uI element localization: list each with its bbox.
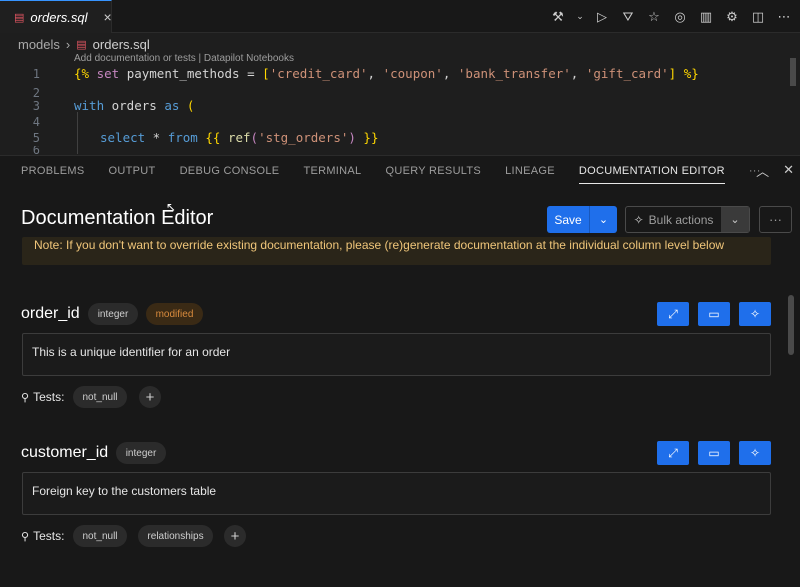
chevron-down-icon[interactable]: ⌄ [721,207,749,232]
tab-terminal[interactable]: TERMINAL [303,156,361,186]
expand-icon: ⤢ [668,306,678,321]
database-icon: ▤ [76,38,87,51]
code-line: 6 [0,146,800,154]
expand-button[interactable]: ⤢ [657,302,689,326]
check-circle-icon[interactable]: ◎ [672,9,688,25]
test-chip[interactable]: not_null [73,525,127,547]
code-line: 1 {% set payment_methods = ['credit_card… [0,64,800,83]
generate-button[interactable]: ✧ [739,441,771,465]
status-badge: modified [146,303,203,325]
tab-title: orders.sql [30,9,88,25]
hammer-icon[interactable]: ⚒ [550,9,566,25]
close-icon[interactable]: × [103,9,111,25]
generate-button[interactable]: ✧ [739,302,771,326]
save-button-group: Save ⌄ [547,206,617,233]
gear-icon[interactable]: ⚙ [724,9,740,25]
plus-icon: + [145,388,155,406]
chevron-down-icon[interactable]: ⌄ [589,206,617,233]
add-test-button[interactable]: + [139,386,161,408]
test-icon: ⚲ [21,530,30,543]
comment-button[interactable]: ▭ [698,302,730,326]
column-name: order_id [21,305,80,322]
tab-documentation-editor[interactable]: DOCUMENTATION EDITOR [578,156,725,186]
tab-problems[interactable]: PROBLEMS [21,156,85,186]
test-chip[interactable]: not_null [73,386,127,408]
line-number: 5 [32,130,40,145]
line-number: 1 [32,66,40,81]
sparkle-icon: ✧ [749,446,761,460]
comment-button[interactable]: ▭ [698,441,730,465]
bulk-actions-group: ✧ Bulk actions ⌄ [625,206,750,233]
run-person-icon[interactable]: ☆ [646,9,662,25]
tests-label-group: ⚲ Tests: [21,529,64,543]
breadcrumb: models › ▤ orders.sql [18,35,150,53]
close-panel-icon[interactable]: ✕ [783,162,794,178]
trophy-icon[interactable]: ⛛ [620,9,636,25]
editor-toolbar: ⚒ ⌄ ▷ ⛛ ☆ ◎ ▥ ⚙ ◫ ⋯ [550,0,792,33]
chevron-down-icon[interactable]: ⌄ [576,9,584,25]
documentation-editor-panel: Documentation Editor Save ⌄ ✧ Bulk actio… [0,185,800,587]
tests-label: Tests: [33,390,65,404]
tab-output[interactable]: OUTPUT [109,156,156,186]
sparkle-icon: ✧ [633,212,644,227]
code-line: 5 select * from {{ ref('stg_orders') }} [0,128,800,147]
line-number: 3 [32,98,40,113]
description-textarea[interactable]: Foreign key to the customers table [22,472,771,515]
panel-tabs: PROBLEMS OUTPUT DEBUG CONSOLE TERMINAL Q… [0,155,800,185]
tests-label: Tests: [33,529,65,543]
bulk-actions-button[interactable]: ✧ Bulk actions [626,207,721,232]
panel-scrollbar[interactable] [788,295,794,355]
tests-label-group: ⚲ Tests: [21,390,64,404]
editor-scrollbar[interactable] [790,58,796,86]
bulk-actions-label: Bulk actions [648,212,714,227]
expand-icon: ⤢ [668,445,678,460]
tab-query-results[interactable]: QUERY RESULTS [385,156,481,186]
tab-debug-console[interactable]: DEBUG CONSOLE [180,156,280,186]
panel-controls: ︿ ✕ [756,155,794,185]
column-name: customer_id [21,444,109,461]
description-textarea[interactable]: This is a unique identifier for an order [22,333,771,376]
split-editor-icon[interactable]: ◫ [750,9,766,25]
database-icon: ▤ [14,11,25,24]
expand-button[interactable]: ⤢ [657,441,689,465]
code-editor[interactable]: 1 {% set payment_methods = ['credit_card… [0,64,800,154]
comment-icon: ▭ [708,446,720,460]
plus-icon: + [230,527,240,545]
tab-orders-sql[interactable]: ▤ orders.sql × [0,0,112,33]
mouse-cursor: ↖ [166,200,177,214]
breadcrumb-file[interactable]: orders.sql [93,37,150,52]
chevron-right-icon: › [65,36,71,52]
note-text: Note: If you don't want to override exis… [34,238,725,252]
type-badge: integer [88,303,138,325]
type-badge: integer [116,442,166,464]
indent-guide [77,112,78,154]
page-title: Documentation Editor [21,207,214,229]
chevron-up-icon[interactable]: ︿ [756,161,769,180]
codelens[interactable]: Add documentation or tests | Datapilot N… [74,53,294,64]
layout-icon[interactable]: ▥ [698,9,714,25]
add-test-button[interactable]: + [224,525,246,547]
editor-tabbar: ▤ orders.sql × ⚒ ⌄ ▷ ⛛ ☆ ◎ ▥ ⚙ ◫ ⋯ [0,0,800,33]
run-icon[interactable]: ▷ [594,9,610,25]
test-chip[interactable]: relationships [138,525,213,547]
more-button[interactable]: ··· [759,206,792,233]
save-button[interactable]: Save [547,206,589,233]
tab-lineage[interactable]: LINEAGE [505,156,555,186]
sparkle-icon: ✧ [749,307,761,321]
breadcrumb-models[interactable]: models [18,37,60,52]
comment-icon: ▭ [708,307,720,321]
test-icon: ⚲ [21,391,30,404]
warning-note: Note: If you don't want to override exis… [22,237,771,265]
more-icon[interactable]: ⋯ [776,9,792,25]
line-number: 4 [32,114,40,129]
line-number: 6 [32,146,40,154]
